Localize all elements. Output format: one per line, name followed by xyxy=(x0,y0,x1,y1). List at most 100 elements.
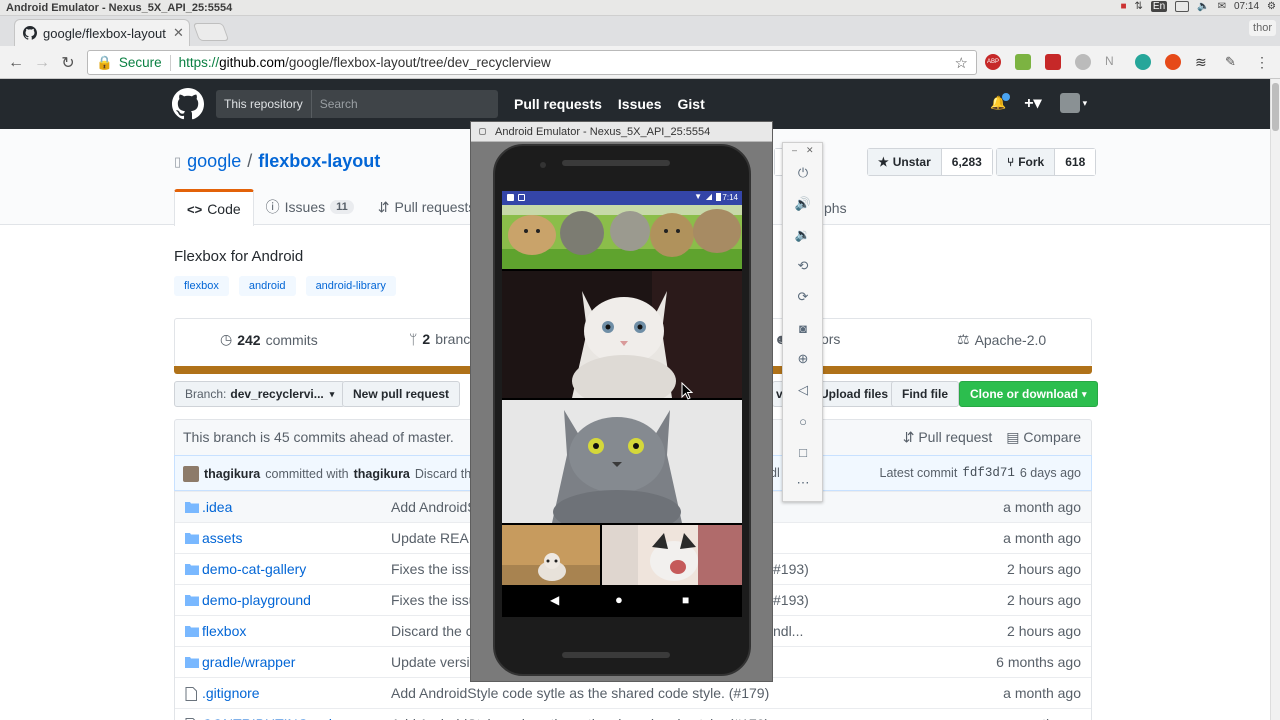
extension-n-icon[interactable]: N xyxy=(1105,54,1121,70)
header-search-input[interactable]: Search xyxy=(312,97,358,111)
header-search[interactable]: This repository Search xyxy=(216,90,498,118)
camera-icon[interactable]: ◙ xyxy=(793,318,813,338)
extension-m-icon[interactable] xyxy=(1135,54,1151,70)
cat-photo[interactable] xyxy=(502,400,742,523)
os-clock[interactable]: 07:14 xyxy=(1234,1,1259,12)
settings-gear-icon[interactable]: ⚙ xyxy=(1267,1,1276,12)
commit-message-link[interactable]: Discard the xyxy=(415,467,478,481)
tab-issues[interactable]: ⓘ Issues 11 xyxy=(254,189,366,225)
emulator-titlebar[interactable]: Android Emulator - Nexus_5X_API_25:5554 xyxy=(471,122,772,142)
fork-count[interactable]: 618 xyxy=(1055,149,1096,175)
android-overview-icon[interactable]: ■ xyxy=(682,593,689,607)
android-home-icon[interactable]: ● xyxy=(615,592,623,607)
header-nav-gist[interactable]: Gist xyxy=(678,96,705,112)
adblock-icon[interactable]: ABP xyxy=(985,54,1001,70)
file-commit-message[interactable]: Add AndroidS xyxy=(391,499,477,515)
volume-down-icon[interactable]: 🔉 xyxy=(793,225,813,245)
extension-chrome-icon[interactable] xyxy=(1165,54,1181,70)
forward-arrow-icon[interactable]: → xyxy=(32,53,52,73)
extension-layers-icon[interactable]: ≋ xyxy=(1195,54,1211,70)
tab-code[interactable]: <> Code xyxy=(174,189,254,226)
branch-select-button[interactable]: Branch: dev_recyclervi... ▾ xyxy=(174,381,346,407)
extension-red-icon[interactable] xyxy=(1045,54,1061,70)
cat-photo[interactable] xyxy=(602,525,742,585)
battery-icon[interactable] xyxy=(1175,1,1190,12)
topic-tag[interactable]: flexbox xyxy=(174,276,229,296)
cat-photo[interactable] xyxy=(502,525,600,585)
power-icon[interactable]: ⏻ xyxy=(793,163,813,183)
eyedropper-icon[interactable]: ✎ xyxy=(1225,54,1241,70)
fork-button[interactable]: ⑂ Fork xyxy=(997,149,1056,175)
commits-count[interactable]: ◷ 242 commits xyxy=(220,331,318,348)
file-commit-message-tail[interactable]: ndl... xyxy=(773,623,803,639)
browser-profile-name[interactable]: thor xyxy=(1249,20,1276,36)
clone-download-button[interactable]: Clone or download ▾ xyxy=(959,381,1098,407)
pull-request-link[interactable]: ⇵ Pull request xyxy=(903,429,993,446)
cat-photo[interactable] xyxy=(502,205,742,269)
rotate-right-icon[interactable]: ⟳ xyxy=(793,287,813,307)
lock-icon[interactable]: 🔒 xyxy=(96,55,113,71)
github-logo-icon[interactable] xyxy=(172,88,204,120)
file-commit-message-tail[interactable]: #193) xyxy=(773,561,809,577)
network-transfer-icon[interactable]: ⇅ xyxy=(1135,1,1143,12)
android-back-icon[interactable]: ◀ xyxy=(550,593,559,607)
camera-indicator-icon[interactable]: ■ xyxy=(1120,1,1126,12)
file-name-link[interactable]: .gitignore xyxy=(202,685,260,701)
zoom-icon[interactable]: ⊕ xyxy=(793,349,813,369)
more-icon[interactable]: ⋯ xyxy=(793,473,813,493)
volume-icon[interactable]: 🔈 xyxy=(1197,1,1209,12)
bookmark-star-icon[interactable]: ☆ xyxy=(955,54,968,72)
file-commit-message[interactable]: Fixes the issu xyxy=(391,592,477,608)
header-nav-issues[interactable]: Issues xyxy=(618,96,662,112)
window-menu-icon[interactable] xyxy=(479,128,486,135)
file-commit-message-tail[interactable]: #193) xyxy=(773,592,809,608)
home-icon[interactable]: ○ xyxy=(793,411,813,431)
license-link[interactable]: ⚖ Apache-2.0 xyxy=(957,331,1046,348)
commit-author-link[interactable]: thagikura xyxy=(204,467,260,481)
tab-graphs[interactable]: phs xyxy=(824,200,847,216)
unstar-button[interactable]: ★ Unstar xyxy=(868,149,942,175)
file-commit-message[interactable]: Update READ xyxy=(391,530,479,546)
create-new-plus-icon[interactable]: +▾ xyxy=(1024,93,1041,113)
keyboard-layout[interactable]: En xyxy=(1150,1,1168,12)
file-name-link[interactable]: gradle/wrapper xyxy=(202,654,295,670)
file-name-link[interactable]: flexbox xyxy=(202,623,246,639)
reload-icon[interactable]: ↻ xyxy=(58,53,78,73)
file-name-link[interactable]: assets xyxy=(202,530,242,546)
branches-count[interactable]: ᛘ 2 branch xyxy=(409,331,478,347)
file-name-link[interactable]: .idea xyxy=(202,499,232,515)
back-arrow-icon[interactable]: ← xyxy=(6,53,26,73)
phone-screen[interactable]: ▼ ◢ 7:14 ◀ ● ■ xyxy=(502,191,742,617)
mail-icon[interactable]: ✉ xyxy=(1218,1,1226,12)
file-row[interactable]: CONTRIBUTING.md Add AndroidStyle code syt… xyxy=(175,708,1091,720)
volume-up-icon[interactable]: 🔊 xyxy=(793,194,813,214)
header-nav-pull-requests[interactable]: Pull requests xyxy=(514,96,602,112)
compare-link[interactable]: ▤ Compare xyxy=(1006,429,1081,446)
file-name-link[interactable]: demo-playground xyxy=(202,592,311,608)
user-menu[interactable]: ▾ xyxy=(1059,93,1087,113)
browser-menu-icon[interactable]: ⋮ xyxy=(1255,54,1271,70)
file-commit-message[interactable]: Add AndroidStyle code sytle as the share… xyxy=(391,685,769,701)
commit-coauthor-link[interactable]: thagikura xyxy=(354,467,410,481)
avatar[interactable] xyxy=(183,466,199,482)
extension-green-icon[interactable] xyxy=(1015,54,1031,70)
new-pull-request-button[interactable]: New pull request xyxy=(342,381,461,407)
address-bar[interactable]: 🔒 Secure https://github.com/google/flexb… xyxy=(87,50,977,75)
new-tab-button[interactable] xyxy=(192,23,230,41)
url-text[interactable]: https://github.com/google/flexbox-layout… xyxy=(179,55,551,70)
close-tab-icon[interactable]: ✕ xyxy=(173,25,184,41)
find-file-button[interactable]: Find file xyxy=(891,381,959,407)
rotate-left-icon[interactable]: ⟲ xyxy=(793,256,813,276)
topic-tag[interactable]: android xyxy=(238,276,296,296)
close-icon[interactable]: ✕ xyxy=(806,145,814,156)
file-name-link[interactable]: demo-cat-gallery xyxy=(202,561,306,577)
file-commit-message[interactable]: Fixes the issu xyxy=(391,561,477,577)
star-count[interactable]: 6,283 xyxy=(941,149,992,175)
notifications-bell-icon[interactable]: 🔔 xyxy=(990,93,1010,111)
minimize-icon[interactable]: – xyxy=(792,145,797,155)
back-icon[interactable]: ◁ xyxy=(793,380,813,400)
page-scrollbar[interactable] xyxy=(1270,79,1280,720)
file-name-link[interactable]: CONTRIBUTING.md xyxy=(202,716,332,720)
cat-photo[interactable] xyxy=(502,271,742,398)
overview-icon[interactable]: □ xyxy=(793,442,813,462)
